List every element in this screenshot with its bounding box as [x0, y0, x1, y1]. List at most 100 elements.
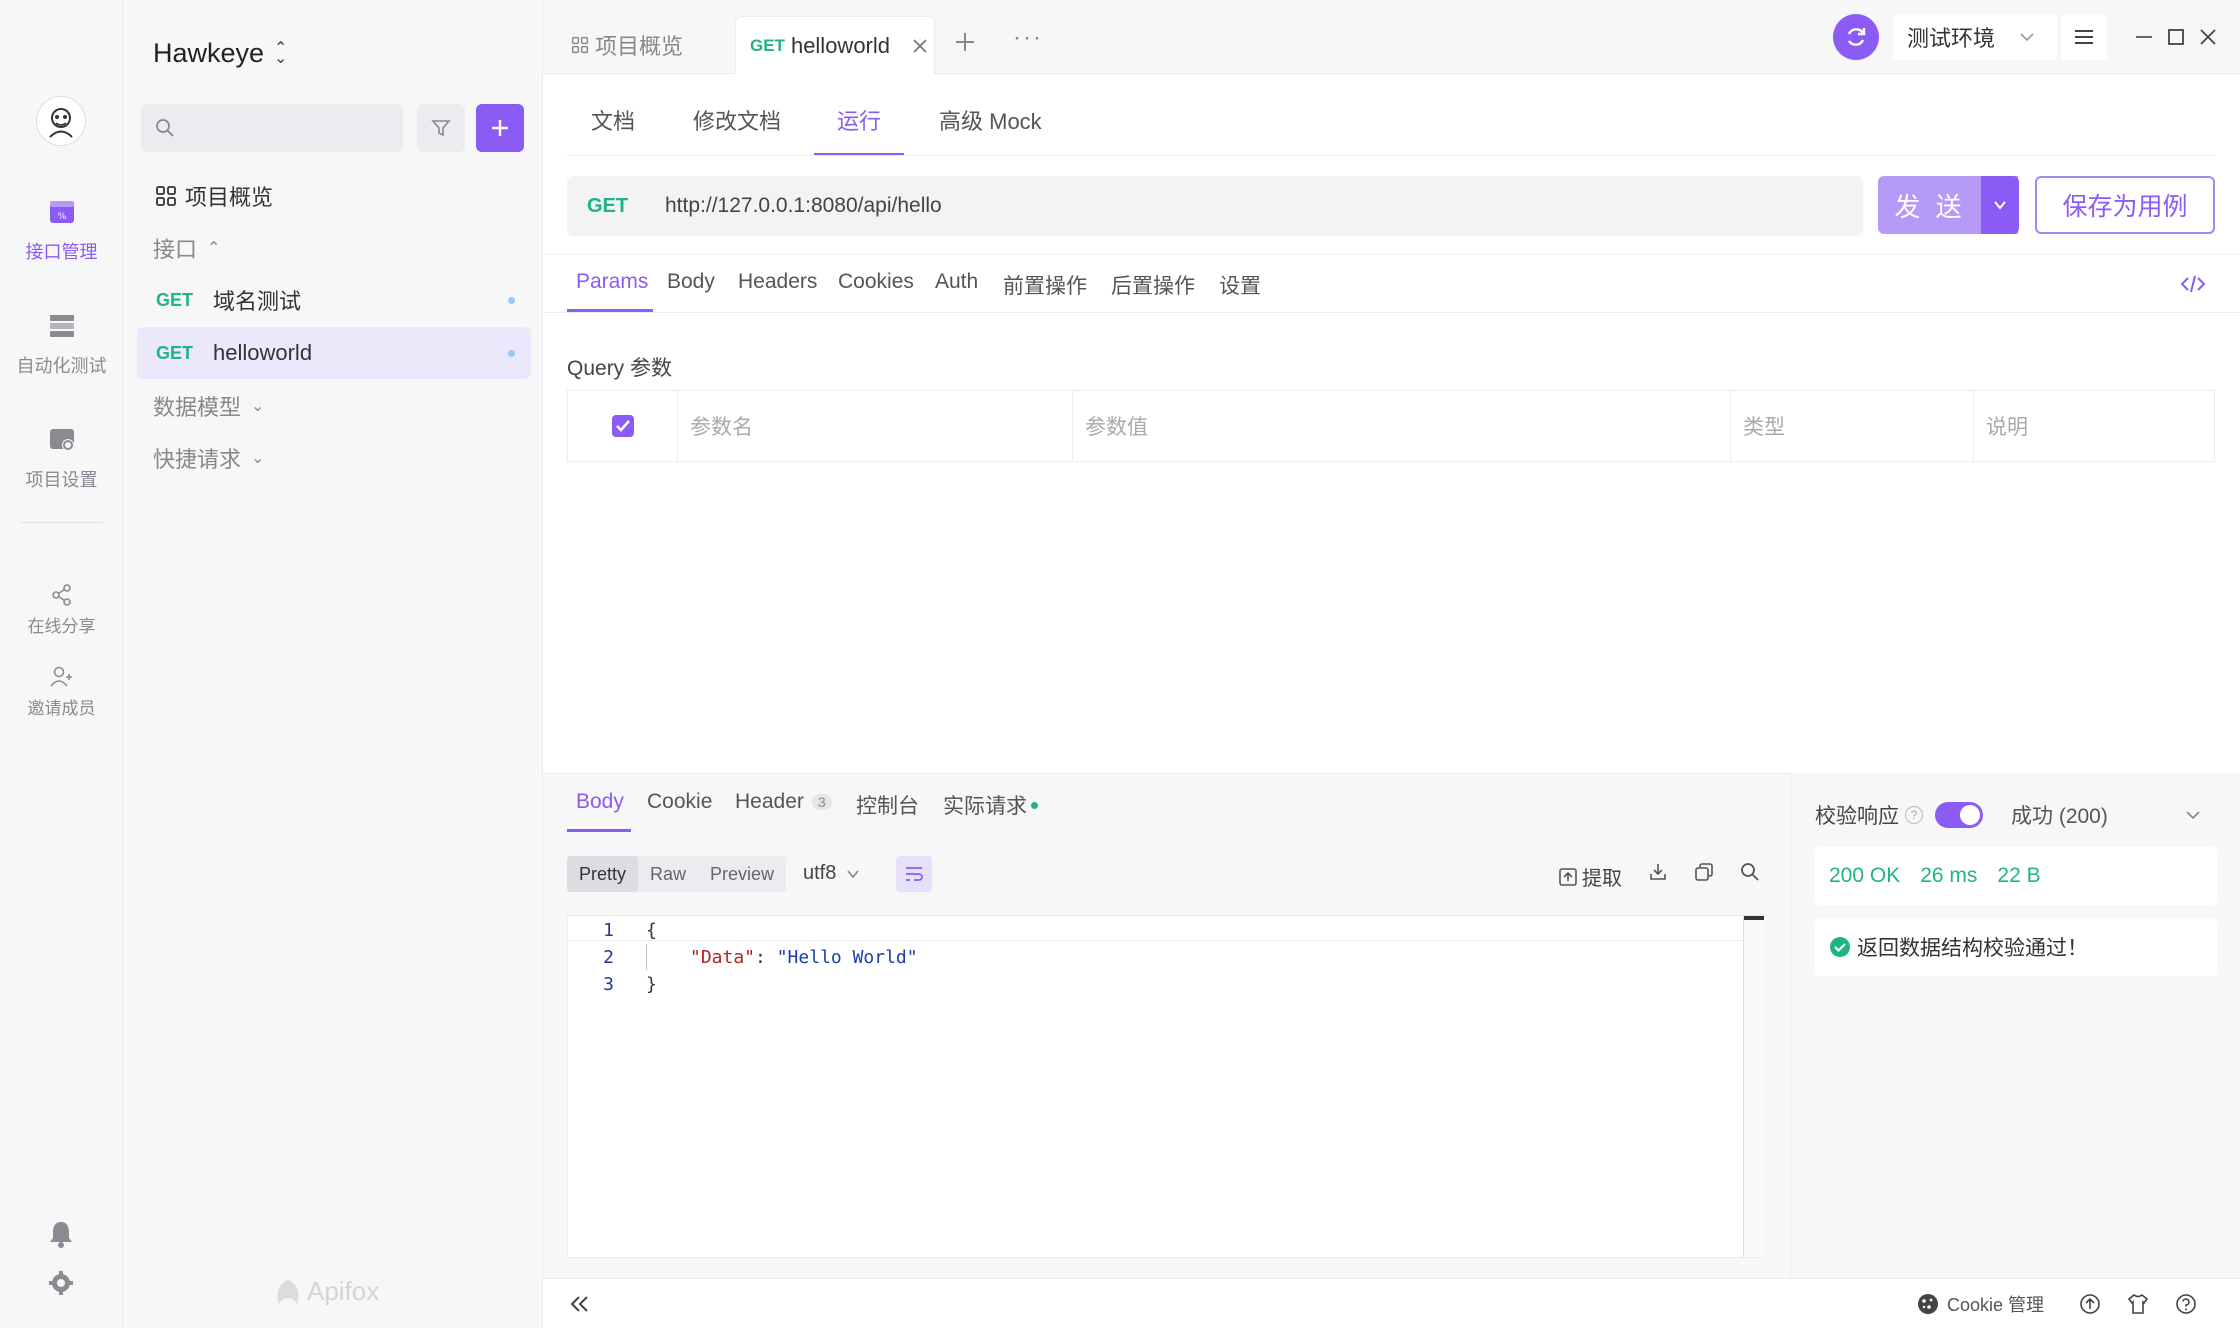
group-label: 快捷请求 [153, 447, 242, 472]
sidebar-group-data-model[interactable]: 数据模型 ⌄ [137, 380, 531, 432]
endpoint-name: helloworld [213, 340, 313, 365]
help-circle-icon[interactable] [2175, 1293, 2197, 1320]
rail-item-automation[interactable]: 自动化测试 [0, 308, 123, 378]
group-label: 数据模型 [153, 395, 242, 420]
resp-tab-header[interactable]: Header 3 [735, 790, 832, 814]
tab-params[interactable]: Params [576, 270, 648, 294]
url-bar[interactable]: GET http://127.0.0.1:8080/api/hello [567, 176, 1863, 236]
sync-icon [1847, 28, 1866, 46]
chevron-down-icon[interactable] [2185, 807, 2201, 828]
validate-switch[interactable] [1935, 802, 1983, 828]
help-icon[interactable]: ? [1905, 806, 1923, 824]
project-settings-icon [44, 422, 80, 458]
query-table: 参数名 参数值 类型 说明 [567, 390, 2215, 462]
tab-headers[interactable]: Headers [738, 270, 817, 294]
tab-settings[interactable]: 设置 [1219, 270, 1261, 300]
chevron-updown-icon: ⌃ ⌄ [274, 39, 288, 67]
send-dropdown-button[interactable] [1981, 176, 2019, 234]
subtab-mock[interactable]: 高级 Mock [939, 104, 1042, 136]
select-all-checkbox[interactable] [568, 391, 678, 461]
rail-item-invite[interactable]: 邀请成员 [0, 664, 123, 719]
tab-post-ops[interactable]: 后置操作 [1111, 270, 1195, 300]
search-input[interactable] [141, 104, 403, 152]
resp-tab-body[interactable]: Body [576, 790, 624, 814]
validate-result-select[interactable]: 成功 (200) [2011, 800, 2108, 830]
format-pretty[interactable]: Pretty [567, 856, 639, 892]
sidebar-group-quick-request[interactable]: 快捷请求 ⌄ [137, 432, 531, 484]
bell-icon[interactable] [48, 1220, 74, 1253]
grid-icon [156, 186, 176, 206]
more-icon[interactable]: ··· [1013, 24, 1043, 52]
format-raw[interactable]: Raw [638, 856, 698, 892]
status-code: 200 OK [1829, 864, 1901, 887]
tab-helloworld[interactable]: GET helloworld [735, 16, 935, 74]
close-icon[interactable] [912, 38, 928, 54]
rail-item-project-settings[interactable]: 项目设置 [0, 422, 123, 492]
avatar[interactable] [36, 96, 86, 146]
status-dot [508, 296, 515, 304]
collapse-sidebar-icon[interactable] [569, 1294, 591, 1319]
format-preview[interactable]: Preview [698, 856, 786, 892]
resp-tab-cookie[interactable]: Cookie [647, 790, 712, 814]
search-icon[interactable] [1740, 862, 1760, 887]
subtab-edit-doc[interactable]: 修改文档 [693, 104, 781, 136]
sidebar-item-label: 项目概览 [185, 185, 274, 210]
endpoint-name: 域名测试 [213, 289, 302, 314]
cookie-manage-button[interactable]: Cookie 管理 [1917, 1291, 2044, 1317]
url-input[interactable]: http://127.0.0.1:8080/api/hello [665, 194, 942, 218]
subtab-run[interactable]: 运行 [837, 104, 881, 136]
wrap-toggle[interactable] [896, 856, 932, 892]
env-menu-button[interactable] [2061, 14, 2107, 60]
resp-tab-console[interactable]: 控制台 [856, 790, 919, 820]
rail-item-api-manage[interactable]: % 接口管理 [0, 194, 123, 264]
api-manage-icon: % [44, 194, 80, 230]
subtab-doc[interactable]: 文档 [591, 104, 635, 136]
tab-body[interactable]: Body [667, 270, 715, 294]
apifox-watermark: Apifox [273, 1276, 379, 1307]
minimize-icon[interactable] [2135, 28, 2153, 51]
left-rail: % 接口管理 自动化测试 项目设置 在线分享 邀请成员 [0, 0, 123, 1328]
tab-bar: 项目概览 GET helloworld ··· 测试环境 [543, 0, 2240, 74]
grid-icon [571, 36, 589, 54]
sidebar-endpoint[interactable]: GET 域名测试 [137, 274, 531, 326]
code-icon[interactable] [2180, 274, 2206, 299]
sidebar-endpoint-active[interactable]: GET helloworld [137, 327, 531, 379]
resp-tab-actual-request[interactable]: 实际请求 [943, 790, 1038, 820]
extract-button[interactable]: 提取 [1558, 862, 1622, 891]
shirt-icon[interactable] [2127, 1293, 2149, 1320]
method-badge: GET [155, 289, 193, 310]
encoding-select[interactable]: utf8 [803, 862, 860, 885]
project-switcher[interactable]: Hawkeye ⌃ ⌄ [153, 38, 287, 69]
scrollbar[interactable] [1743, 916, 1765, 1257]
format-switch[interactable]: Pretty Raw Preview [567, 856, 787, 892]
sidebar-group-interfaces[interactable]: 接口 ⌃ [137, 222, 531, 274]
tab-overview[interactable]: 项目概览 [571, 16, 683, 74]
method-select[interactable]: GET [587, 195, 647, 218]
rail-item-share[interactable]: 在线分享 [0, 582, 123, 637]
scroll-thumb[interactable] [1744, 916, 1764, 920]
response-body-editor[interactable]: 1 2 3 { "Data": "Hello World" } [567, 915, 1765, 1258]
gear-icon[interactable] [48, 1270, 74, 1301]
switch-knob [1960, 805, 1980, 825]
env-select[interactable]: 测试环境 [1893, 14, 2057, 60]
column-param-value: 参数值 [1073, 391, 1731, 461]
status-bar: Cookie 管理 [543, 1278, 2240, 1328]
maximize-icon[interactable] [2167, 28, 2185, 51]
add-button[interactable] [476, 104, 524, 152]
tab-pre-ops[interactable]: 前置操作 [1003, 270, 1087, 300]
validate-message-row: 返回数据结构校验通过！ [1815, 918, 2217, 976]
sidebar-item-overview[interactable]: 项目概览 [137, 170, 531, 222]
download-icon[interactable] [1648, 862, 1668, 887]
tab-cookies[interactable]: Cookies [838, 270, 914, 294]
filter-button[interactable] [417, 104, 465, 152]
copy-icon[interactable] [1694, 862, 1714, 887]
share-icon [44, 582, 80, 608]
json-key: "Data" [690, 947, 756, 968]
tab-auth[interactable]: Auth [935, 270, 978, 294]
sync-button[interactable] [1833, 14, 1879, 60]
save-case-button[interactable]: 保存为用例 [2035, 176, 2215, 234]
new-tab-button[interactable] [953, 30, 977, 59]
menu-icon [2075, 30, 2093, 44]
upload-icon[interactable] [2079, 1293, 2101, 1320]
window-close-icon[interactable] [2199, 28, 2217, 51]
